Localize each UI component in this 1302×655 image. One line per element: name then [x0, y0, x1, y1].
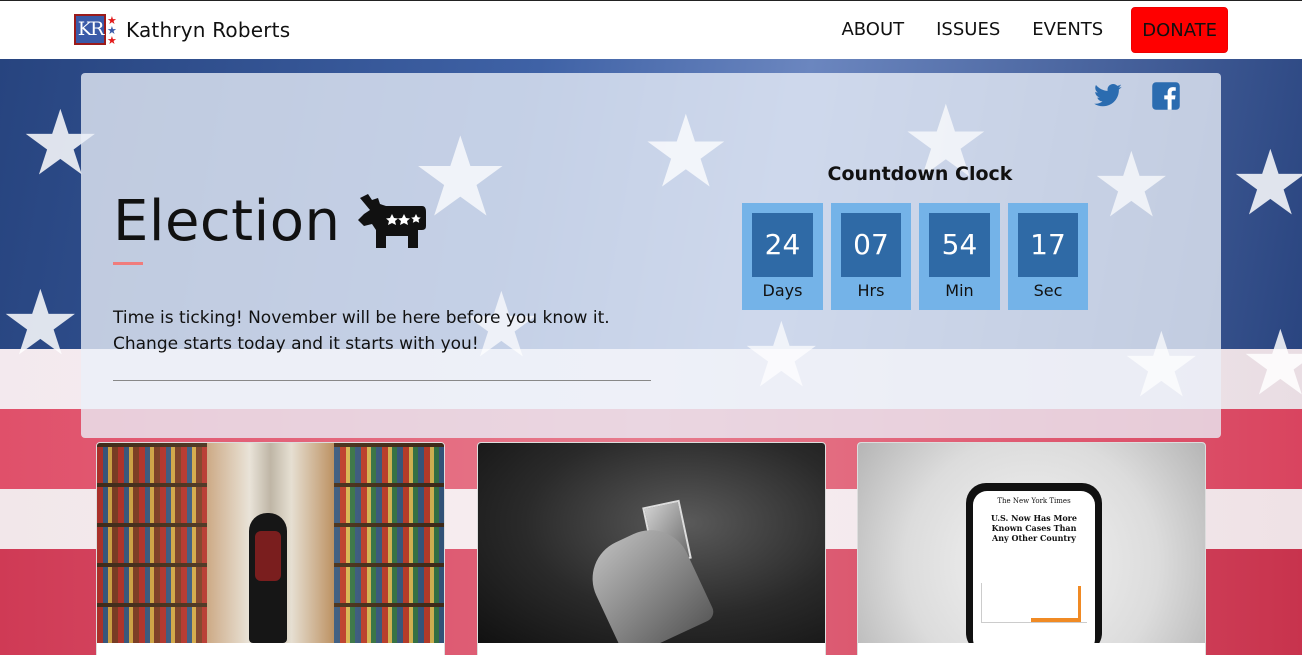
- countdown-hours: 07 Hrs: [831, 203, 911, 310]
- countdown-value: 17: [1018, 213, 1078, 277]
- card-library[interactable]: [96, 442, 445, 655]
- flag-star-icon: ★: [1091, 133, 1172, 238]
- countdown-label: Sec: [1033, 281, 1063, 300]
- flag-star-icon: ★: [1121, 313, 1202, 418]
- brand-link[interactable]: KR ★ ★ ★ Kathryn Roberts: [74, 13, 290, 46]
- nav-links: ABOUT ISSUES EVENTS DONATE: [809, 7, 1228, 53]
- nav-link-issues[interactable]: ISSUES: [936, 7, 1000, 53]
- hero-title-text: Election: [113, 189, 341, 254]
- nav-link-about[interactable]: ABOUT: [841, 7, 904, 53]
- phone-headline: U.S. Now Has More Known Cases Than Any O…: [991, 513, 1077, 543]
- countdown-value: 07: [841, 213, 901, 277]
- hero-title: Election: [113, 189, 428, 254]
- facebook-icon[interactable]: [1151, 81, 1181, 111]
- countdown-value: 24: [752, 213, 813, 277]
- hero-panel: ★ ★ ★ ★ ★ ★ ★ Election Time is ticking! …: [81, 73, 1221, 438]
- hero-tagline: Time is ticking! November will be here b…: [113, 305, 673, 357]
- card-money[interactable]: [477, 442, 826, 655]
- logo-monogram: KR: [74, 14, 106, 45]
- hero-tagline-line: Change starts today and it starts with y…: [113, 334, 479, 354]
- countdown-title: Countdown Clock: [827, 163, 1013, 185]
- title-accent-line: [113, 262, 143, 265]
- nav-link-events[interactable]: EVENTS: [1032, 7, 1103, 53]
- flag-star-icon: ★: [1240, 311, 1302, 416]
- social-links: [1093, 81, 1181, 111]
- star-icon: ★: [107, 34, 117, 47]
- flag-star-icon: ★: [0, 271, 81, 376]
- money-hand-image: [478, 443, 825, 643]
- hero-tagline-line: Time is ticking! November will be here b…: [113, 308, 610, 328]
- countdown-label: Min: [945, 281, 974, 300]
- countdown-seconds: 17 Sec: [1008, 203, 1088, 310]
- democrat-donkey-icon: [358, 193, 427, 248]
- countdown-clock: Countdown Clock 24 Days 07 Hrs 54 Min 17…: [742, 163, 1098, 310]
- flag-star-icon: ★: [641, 93, 731, 210]
- flag-star-icon: ★: [1230, 131, 1302, 236]
- countdown-days: 24 Days: [742, 203, 823, 310]
- twitter-icon[interactable]: [1093, 81, 1123, 111]
- donate-button[interactable]: DONATE: [1131, 7, 1228, 53]
- countdown-units: 24 Days 07 Hrs 54 Min 17 Sec: [742, 203, 1098, 310]
- phone-chart: [981, 583, 1087, 623]
- countdown-minutes: 54 Min: [919, 203, 1000, 310]
- library-image: [97, 443, 444, 643]
- card-news[interactable]: The New York Times U.S. Now Has More Kno…: [857, 442, 1206, 655]
- navbar: KR ★ ★ ★ Kathryn Roberts ABOUT ISSUES EV…: [0, 0, 1302, 59]
- hero-divider: [113, 380, 651, 381]
- phone-news-image: The New York Times U.S. Now Has More Kno…: [858, 443, 1205, 643]
- countdown-label: Hrs: [857, 281, 885, 300]
- flag-star-icon: ★: [741, 303, 822, 408]
- phone-masthead: The New York Times: [997, 497, 1071, 505]
- logo: KR ★ ★ ★: [74, 13, 118, 46]
- countdown-value: 54: [929, 213, 990, 277]
- countdown-label: Days: [762, 281, 803, 300]
- brand-name: Kathryn Roberts: [126, 17, 291, 42]
